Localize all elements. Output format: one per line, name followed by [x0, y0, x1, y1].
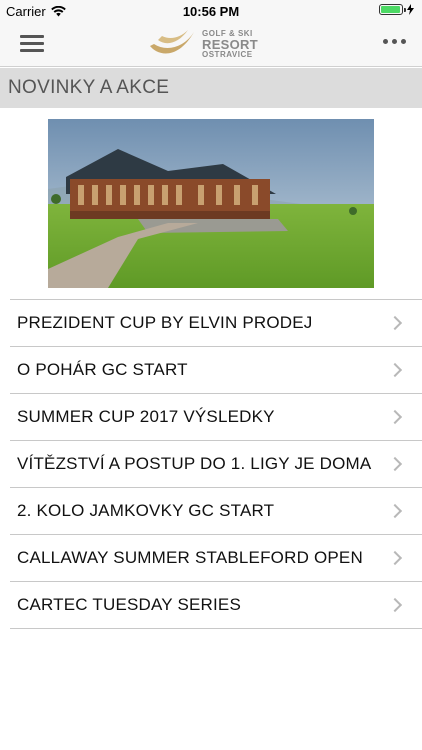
nav-bar: GOLF & SKI RESORT OSTRAVICE	[0, 22, 422, 67]
chevron-right-icon	[387, 597, 403, 613]
battery-icon	[379, 4, 406, 15]
logo-line2: RESORT	[202, 36, 258, 52]
news-item[interactable]: PREZIDENT CUP BY ELVIN PRODEJ	[10, 299, 422, 346]
news-item-title: SUMMER CUP 2017 VÝSLEDKY	[17, 407, 275, 426]
news-item-title: PREZIDENT CUP BY ELVIN PRODEJ	[17, 313, 313, 332]
chevron-right-icon	[387, 550, 403, 566]
hero-image[interactable]	[48, 119, 374, 288]
chevron-right-icon	[387, 362, 403, 378]
chevron-right-icon	[387, 315, 403, 331]
status-right	[379, 4, 414, 15]
resort-logo-mark-icon	[150, 30, 194, 54]
news-item-title: O POHÁR GC START	[17, 360, 188, 379]
chevron-right-icon	[387, 456, 403, 472]
section-header: NOVINKY A AKCE	[0, 68, 422, 108]
news-item-title: 2. KOLO JAMKOVKY GC START	[17, 501, 275, 520]
news-item-title: CALLAWAY SUMMER STABLEFORD OPEN	[17, 548, 363, 567]
resort-logo: GOLF & SKI RESORT OSTRAVICE	[148, 25, 268, 63]
news-item-title: CARTEC TUESDAY SERIES	[17, 595, 242, 614]
news-item[interactable]: SUMMER CUP 2017 VÝSLEDKY	[10, 393, 422, 440]
news-item[interactable]: 2. KOLO JAMKOVKY GC START	[10, 487, 422, 534]
chevron-right-icon	[387, 409, 403, 425]
news-item[interactable]: CALLAWAY SUMMER STABLEFORD OPEN	[10, 534, 422, 581]
news-item[interactable]: O POHÁR GC START	[10, 346, 422, 393]
section-title: NOVINKY A AKCE	[8, 77, 170, 98]
logo-text: GOLF & SKI RESORT OSTRAVICE	[202, 29, 258, 59]
more-dots-icon[interactable]	[383, 39, 406, 44]
hamburger-menu-icon[interactable]	[20, 35, 44, 53]
charging-icon	[407, 4, 414, 15]
news-list: PREZIDENT CUP BY ELVIN PRODEJ O POHÁR GC…	[0, 299, 422, 629]
chevron-right-icon	[387, 503, 403, 519]
news-item[interactable]: VÍTĚZSTVÍ A POSTUP DO 1. LIGY JE DOMA	[10, 440, 422, 487]
clubhouse-photo	[48, 119, 374, 288]
news-item-title: VÍTĚZSTVÍ A POSTUP DO 1. LIGY JE DOMA	[17, 454, 372, 473]
status-time: 10:56 PM	[182, 4, 240, 19]
news-item[interactable]: CARTEC TUESDAY SERIES	[10, 581, 422, 629]
logo-line3: OSTRAVICE	[202, 49, 253, 59]
status-bar: Carrier 10:56 PM	[0, 0, 422, 22]
